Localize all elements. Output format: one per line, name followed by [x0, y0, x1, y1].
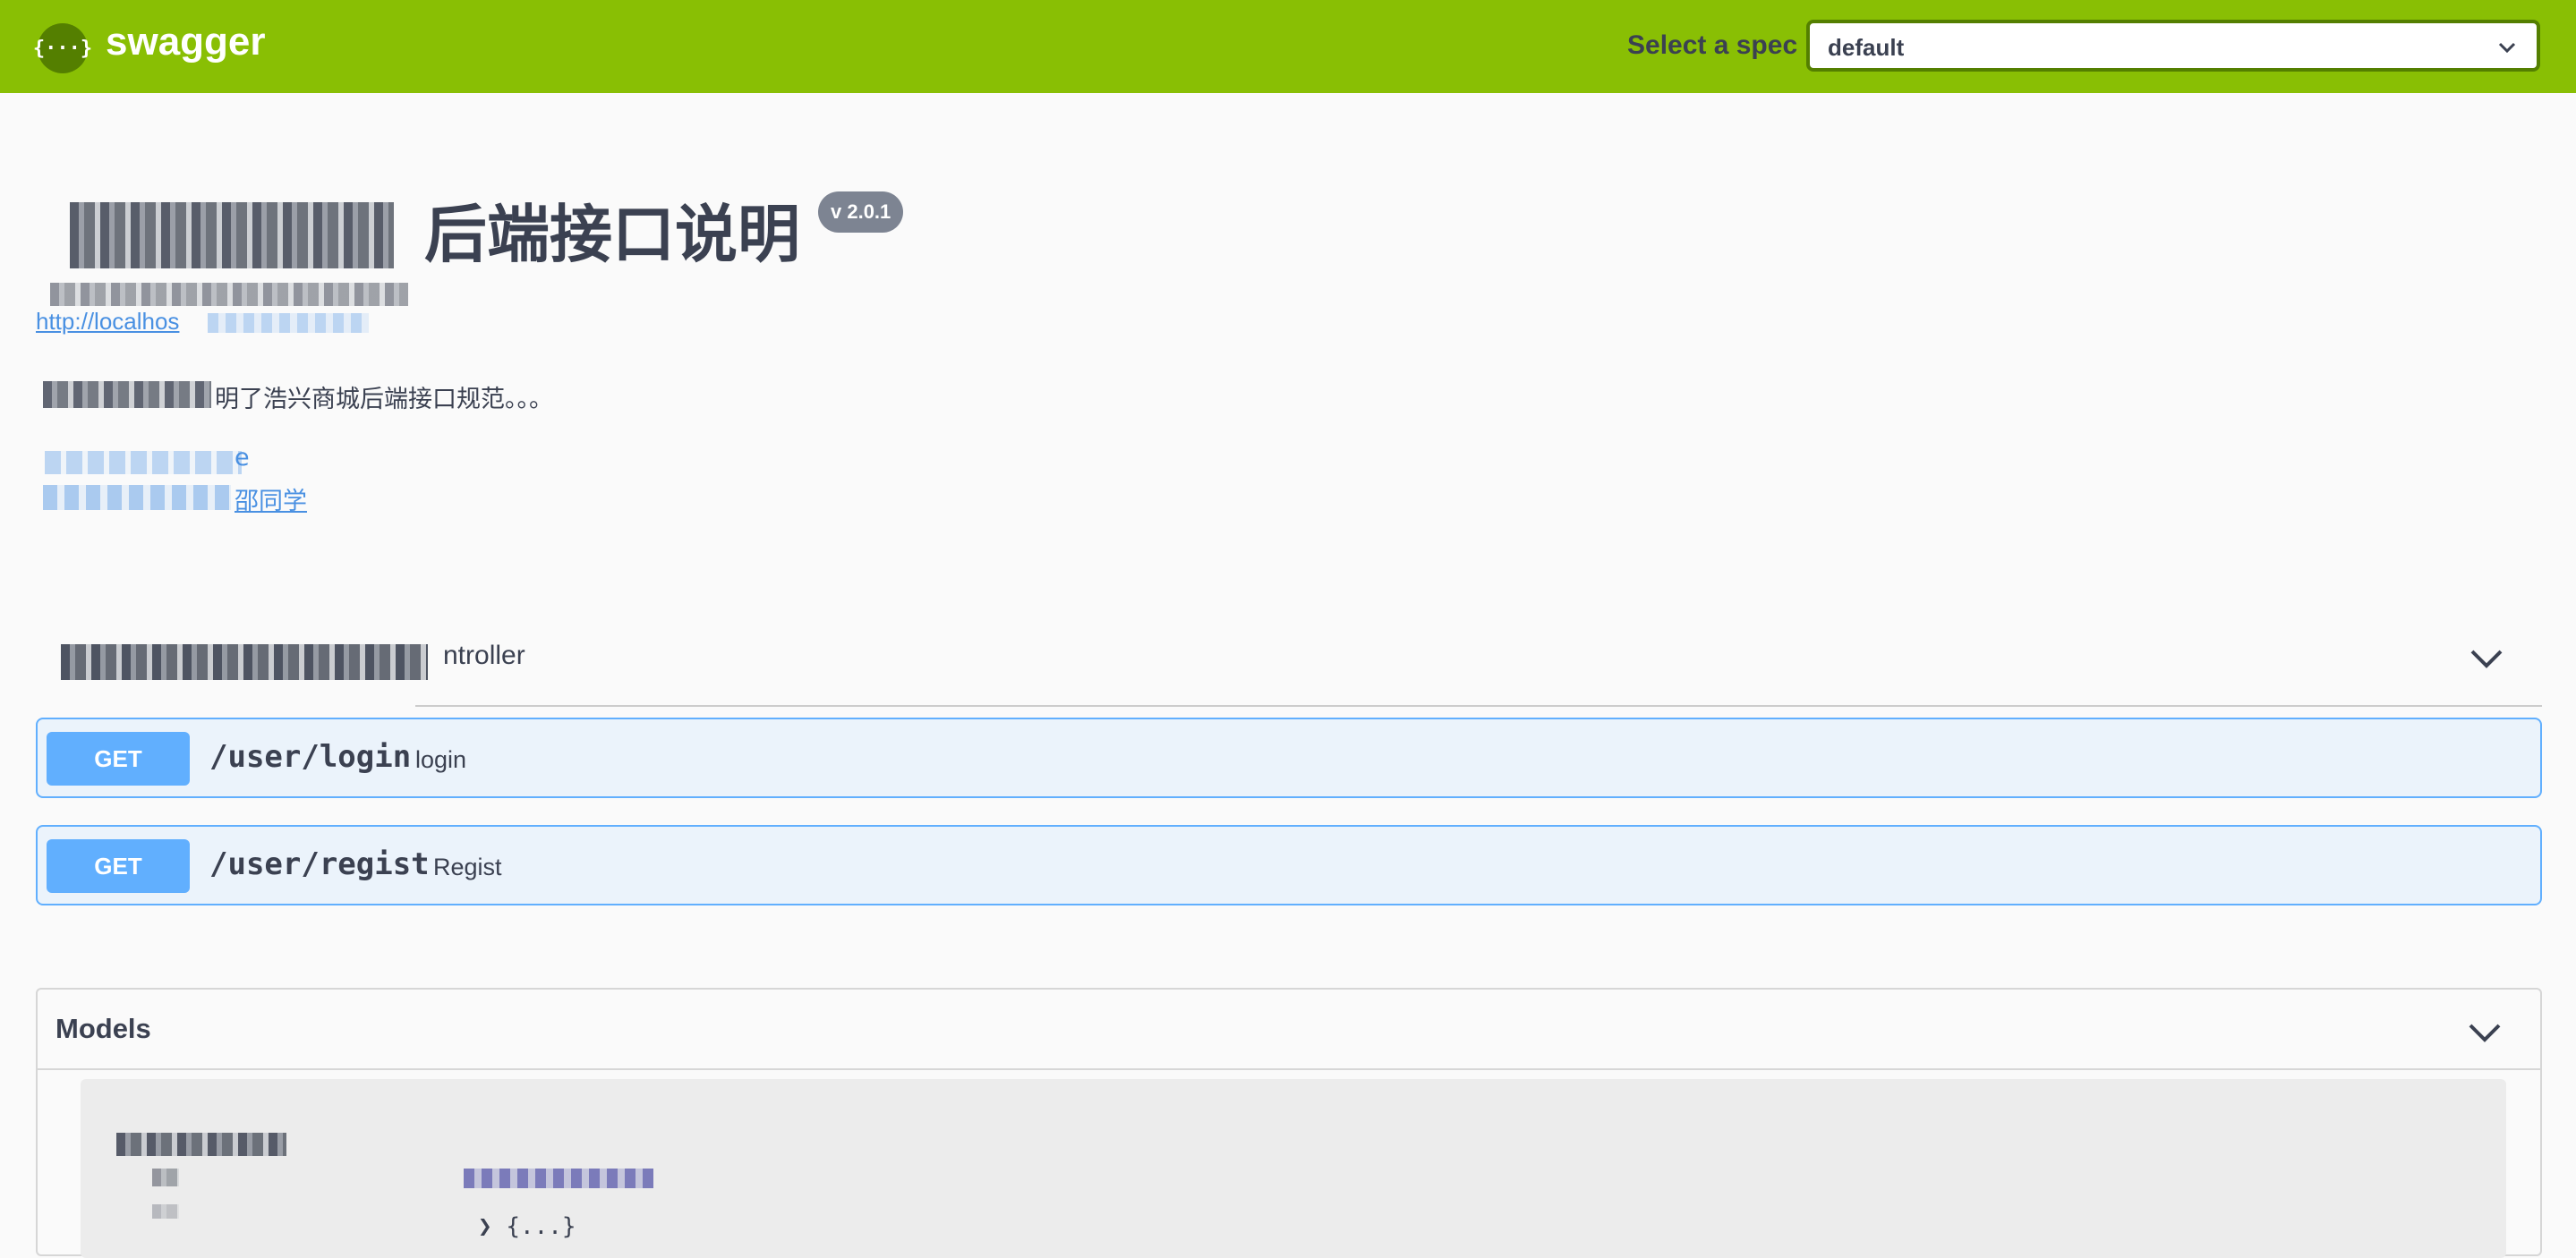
description-mosaic [43, 381, 211, 408]
chevron-down-icon [2498, 42, 2516, 54]
page-title: 后端接口说明 [424, 198, 800, 271]
swagger-logo-icon[interactable]: {···} [32, 23, 93, 73]
spec-select[interactable]: default [1806, 20, 2540, 72]
brand-name[interactable]: swagger [106, 20, 266, 64]
operation-path: /user/regist [209, 846, 430, 882]
contact-link[interactable]: e [235, 444, 250, 472]
models-divider [38, 1068, 2540, 1070]
model-prop-mosaic [152, 1169, 179, 1186]
spec-select-value: default [1828, 34, 1905, 61]
model-name-mosaic [116, 1133, 286, 1156]
version-badge: v 2.0.1 [818, 191, 904, 233]
tag-name: ntroller [443, 641, 525, 670]
tag-divider [415, 705, 2542, 707]
author-link[interactable]: 邵同学 [235, 481, 307, 516]
model-type-mosaic [464, 1169, 653, 1188]
base-url-link[interactable]: http://localhos [36, 308, 179, 336]
contact-mosaic [45, 451, 242, 474]
tag-name-mosaic [61, 644, 428, 680]
model-container[interactable]: ❯ {...} [81, 1079, 2506, 1258]
operation-user-regist[interactable]: GET /user/regist Regist [36, 825, 2542, 905]
models-section: Models ❯ {...} [36, 988, 2542, 1258]
model-prop2-mosaic [152, 1204, 179, 1219]
api-description: 明了浩兴商城后端接口规范。。。 [215, 386, 553, 413]
base-url-link-mosaic [208, 313, 369, 333]
operation-tag[interactable]: ntroller [36, 617, 2542, 707]
method-badge: GET [47, 839, 190, 893]
author-mosaic [43, 485, 231, 510]
chevron-down-icon[interactable] [2467, 639, 2506, 678]
top-bar: {···} swagger Select a spec default [0, 0, 2576, 93]
models-title[interactable]: Models [55, 1013, 151, 1045]
operation-summary: Regist [433, 854, 502, 880]
chevron-down-icon[interactable] [2465, 1013, 2504, 1052]
method-badge: GET [47, 732, 190, 786]
logo-glyph: {···} [32, 37, 93, 60]
base-url-mosaic [50, 283, 408, 306]
operation-path: /user/login [209, 739, 412, 775]
spec-select-label: Select a spec [1627, 30, 1798, 60]
operation-user-login[interactable]: GET /user/login login [36, 718, 2542, 798]
operation-summary: login [415, 746, 467, 773]
title-mosaic [70, 202, 394, 268]
